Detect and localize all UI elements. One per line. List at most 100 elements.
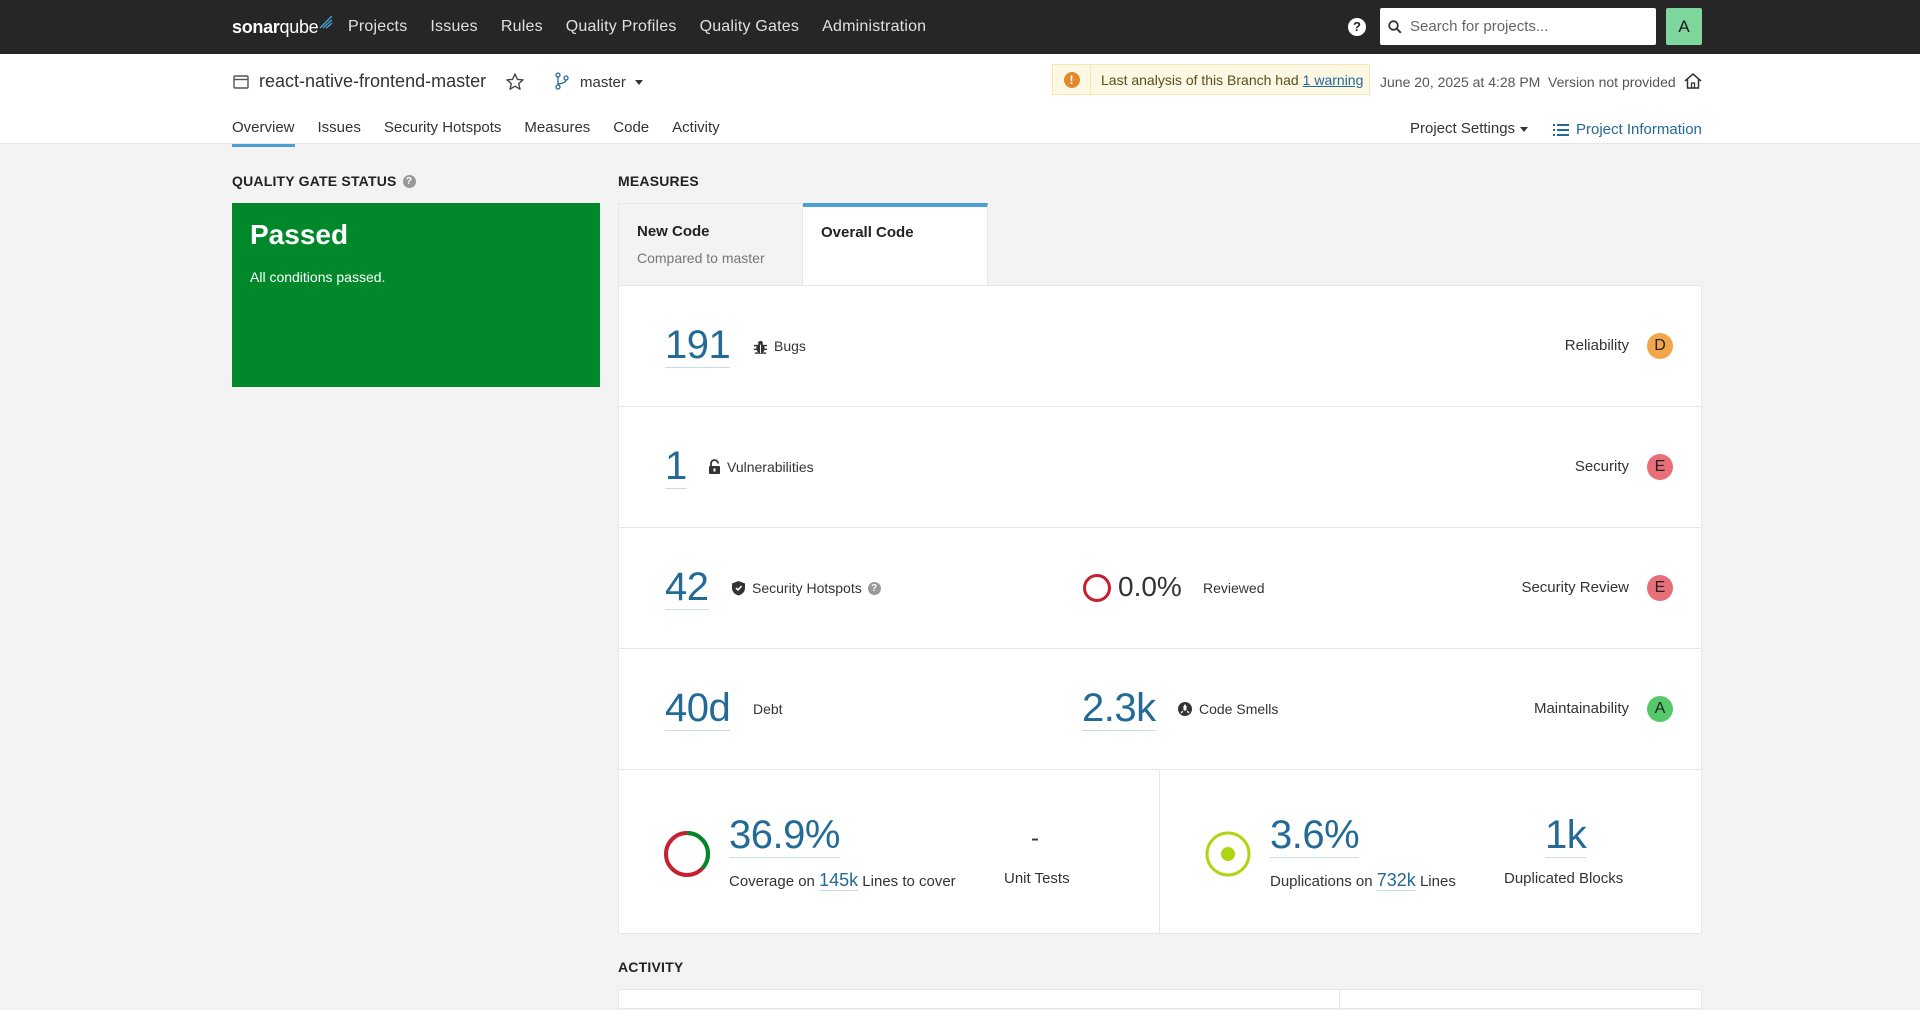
branch-caret-icon[interactable]: [635, 80, 643, 85]
nav-quality-gates[interactable]: Quality Gates: [700, 18, 800, 36]
coverage-description: Coverage on 145k Lines to cover: [729, 870, 956, 891]
activity-title: ACTIVITY: [618, 959, 684, 975]
user-avatar[interactable]: A: [1666, 8, 1702, 45]
project-settings-label: Project Settings: [1410, 120, 1516, 137]
chevron-down-icon: [1520, 126, 1529, 132]
search-box[interactable]: [1380, 8, 1656, 45]
logo-text-qube: qube: [279, 16, 319, 37]
project-header: react-native-frontend-master master ! La…: [0, 54, 1920, 147]
project-name[interactable]: react-native-frontend-master: [259, 71, 486, 92]
code-smells-count[interactable]: 2.3k: [1082, 686, 1156, 731]
tab-new-code-title: New Code: [637, 223, 710, 240]
hotspots-count[interactable]: 42: [665, 565, 709, 610]
maintainability-rating[interactable]: A: [1647, 696, 1673, 722]
help-icon[interactable]: ?: [1348, 18, 1366, 36]
coverage-duplications-row: 36.9% Coverage on 145k Lines to cover - …: [619, 770, 1701, 934]
nav-quality-profiles[interactable]: Quality Profiles: [566, 18, 677, 36]
security-rating[interactable]: E: [1647, 454, 1673, 480]
shield-icon: [732, 581, 745, 596]
project-information-label: Project Information: [1576, 121, 1702, 138]
help-icon[interactable]: ?: [402, 174, 416, 188]
measures-title: MEASURES: [618, 173, 699, 189]
warning-text: Last analysis of this Branch had: [1101, 71, 1299, 88]
duplications-description: Duplications on 732k Lines: [1270, 870, 1456, 891]
analysis-warning-banner: ! Last analysis of this Branch had 1 war…: [1052, 64, 1370, 95]
warning-link[interactable]: 1 warning: [1303, 72, 1364, 88]
tab-new-code[interactable]: New Code Compared to master: [618, 203, 803, 285]
logo-text-sonar: sonar: [232, 16, 280, 37]
nav-issues[interactable]: Issues: [430, 18, 477, 36]
version-label: Version not provided: [1548, 74, 1676, 90]
help-icon[interactable]: ?: [867, 581, 881, 595]
vulnerabilities-count[interactable]: 1: [665, 444, 687, 489]
code-smells-label: Code Smells: [1177, 701, 1278, 717]
sonarqube-logo[interactable]: sonar qube: [232, 14, 333, 40]
hotspots-reviewed-label: Reviewed: [1203, 580, 1265, 596]
duplications-indicator-icon: [1205, 831, 1251, 877]
lock-icon: [709, 459, 720, 474]
top-navbar: sonar qube Projects Issues Rules Quality …: [0, 0, 1920, 54]
search-icon: [1388, 19, 1402, 34]
tab-issues[interactable]: Issues: [318, 119, 361, 147]
activity-panel: [618, 989, 1702, 1010]
analysis-date: June 20, 2025 at 4:28 PM: [1380, 74, 1541, 90]
branch-selector[interactable]: master: [580, 74, 626, 91]
security-label: Security: [1574, 458, 1629, 475]
tab-overview[interactable]: Overview: [232, 119, 295, 147]
quality-gate-status-box: Passed All conditions passed.: [232, 203, 600, 387]
project-settings-dropdown[interactable]: Project Settings: [1410, 120, 1529, 137]
bugs-label: Bugs: [753, 338, 806, 354]
debt-label: Debt: [753, 701, 783, 717]
lines-to-cover-link[interactable]: 145k: [819, 870, 859, 891]
security-row: 1 Vulnerabilities Security E: [619, 407, 1701, 528]
search-input[interactable]: [1410, 18, 1640, 35]
quality-gate-subtitle: All conditions passed.: [250, 269, 386, 285]
duplicated-blocks-label: Duplicated Blocks: [1504, 870, 1624, 887]
hotspots-label: Security Hotspots ?: [731, 580, 881, 596]
project-information-link[interactable]: Project Information: [1553, 121, 1702, 138]
reliability-row: 191 Bugs Reliability D: [619, 286, 1701, 407]
project-icon: [233, 75, 249, 89]
reliability-label: Reliability: [1564, 337, 1629, 354]
hotspots-reviewed-percent[interactable]: 0.0%: [1118, 571, 1182, 603]
nav-administration[interactable]: Administration: [822, 18, 926, 36]
tab-code[interactable]: Code: [613, 119, 649, 147]
coverage-prefix: Coverage on: [729, 873, 815, 890]
security-review-row: 42 Security Hotspots ? 0.0% Reviewed Sec…: [619, 528, 1701, 649]
vulnerabilities-label-text: Vulnerabilities: [727, 459, 814, 475]
duplications-percent[interactable]: 3.6%: [1270, 813, 1360, 858]
tab-security-hotspots[interactable]: Security Hotspots: [384, 119, 502, 147]
bugs-count[interactable]: 191: [665, 323, 731, 368]
tab-measures[interactable]: Measures: [524, 119, 590, 147]
reliability-rating[interactable]: D: [1647, 333, 1673, 359]
tab-overall-code[interactable]: Overall Code: [803, 203, 988, 285]
coverage-section: 36.9% Coverage on 145k Lines to cover - …: [619, 770, 1160, 934]
duplications-section: 3.6% Duplications on 732k Lines 1k Dupli…: [1160, 770, 1701, 934]
security-review-label: Security Review: [1521, 579, 1629, 596]
quality-gate-title: QUALITY GATE STATUS?: [232, 173, 416, 189]
warning-icon: !: [1053, 65, 1091, 94]
hotspots-label-text: Security Hotspots: [752, 580, 862, 596]
duplicated-lines-link[interactable]: 732k: [1376, 870, 1416, 891]
list-icon: [1553, 123, 1569, 136]
security-review-rating[interactable]: E: [1647, 575, 1673, 601]
main-nav: Projects Issues Rules Quality Profiles Q…: [348, 0, 949, 54]
branch-icon: [555, 72, 569, 90]
duplicated-blocks-count[interactable]: 1k: [1545, 813, 1587, 858]
duplications-prefix: Duplications on: [1270, 873, 1373, 890]
review-progress-ring: [1083, 574, 1111, 602]
vulnerabilities-label: Vulnerabilities: [708, 459, 814, 475]
logo-waves-icon: [319, 15, 333, 29]
favorite-star-icon[interactable]: [505, 72, 525, 92]
tab-activity[interactable]: Activity: [672, 119, 720, 147]
unit-tests-value[interactable]: -: [1031, 825, 1039, 853]
unit-tests-label: Unit Tests: [1004, 870, 1070, 887]
home-icon[interactable]: [1683, 71, 1703, 91]
maintainability-row: 40d Debt 2.3k Code Smells Maintainabilit…: [619, 649, 1701, 770]
nav-rules[interactable]: Rules: [501, 18, 543, 36]
debt-value[interactable]: 40d: [665, 686, 731, 731]
measures-panel: 191 Bugs Reliability D 1 Vulnerabilities…: [618, 285, 1702, 934]
coverage-percent[interactable]: 36.9%: [729, 813, 840, 858]
project-tabs: Overview Issues Security Hotspots Measur…: [232, 119, 743, 147]
nav-projects[interactable]: Projects: [348, 18, 407, 36]
